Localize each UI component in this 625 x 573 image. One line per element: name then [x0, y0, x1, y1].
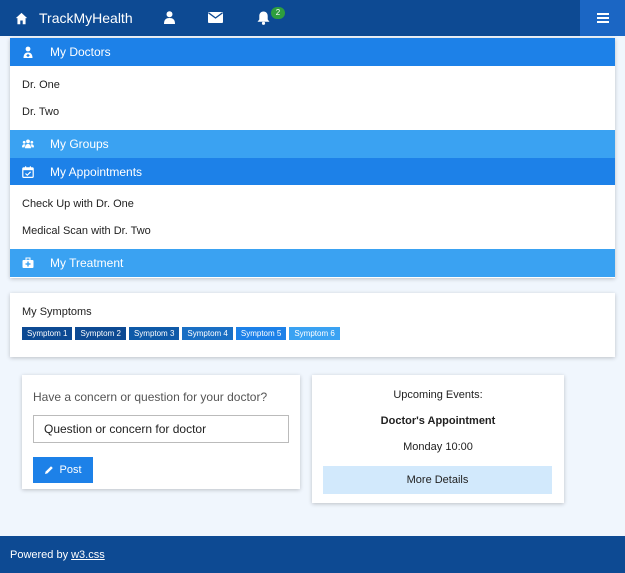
profile-nav[interactable]: [164, 11, 175, 24]
post-label: Post: [59, 464, 82, 476]
post-button[interactable]: Post: [33, 457, 93, 483]
event-time: Monday 10:00: [403, 441, 473, 453]
symptom-tag[interactable]: Symptom 3: [128, 327, 180, 340]
appointment-item[interactable]: Check Up with Dr. One: [10, 190, 615, 217]
brand-title: TrackMyHealth: [39, 10, 133, 26]
question-input[interactable]: [33, 415, 289, 443]
user-icon: [164, 11, 175, 24]
envelope-icon: [208, 12, 223, 23]
accordion-label: My Groups: [50, 137, 109, 151]
more-details-button[interactable]: More Details: [323, 466, 552, 494]
symptom-tag[interactable]: Symptom 6: [289, 327, 340, 340]
accordion-label: My Doctors: [50, 45, 111, 59]
question-prompt: Have a concern or question for your doct…: [33, 390, 268, 404]
appointment-item[interactable]: Medical Scan with Dr. Two: [10, 217, 615, 244]
event-name: Doctor's Appointment: [380, 415, 496, 427]
doctor-icon: [23, 46, 33, 58]
calendar-check-icon: [22, 165, 34, 178]
notification-badge: 2: [271, 7, 285, 19]
users-icon: [22, 139, 34, 149]
accordion-my-doctors[interactable]: My Doctors: [10, 38, 615, 66]
accordion-label: My Appointments: [50, 164, 143, 179]
footer: Powered by w3.css: [0, 536, 625, 573]
medkit-icon: [22, 257, 34, 268]
hamburger-icon: [596, 13, 609, 23]
symptoms-card: My Symptoms Symptom 1 Symptom 2 Symptom …: [10, 293, 615, 357]
notifications-nav[interactable]: [257, 11, 270, 25]
accordion-my-treatment[interactable]: My Treatment: [10, 249, 615, 277]
symptom-tag[interactable]: Symptom 2: [75, 327, 126, 340]
symptoms-title: My Symptoms: [22, 306, 92, 318]
bell-icon: [257, 11, 270, 25]
symptom-tag[interactable]: Symptom 4: [182, 327, 233, 340]
brand-link[interactable]: TrackMyHealth: [0, 0, 133, 36]
events-card: Upcoming Events: Doctor's Appointment Mo…: [312, 375, 564, 503]
accordion-card: My Doctors Dr. One Dr. Two My Groups My …: [10, 38, 615, 278]
menu-button[interactable]: [580, 0, 625, 36]
doctor-item[interactable]: Dr. One: [10, 71, 615, 98]
symptom-tags: Symptom 1 Symptom 2 Symptom 3 Symptom 4 …: [10, 327, 615, 340]
symptom-tag[interactable]: Symptom 5: [235, 327, 287, 340]
accordion-my-groups[interactable]: My Groups: [10, 130, 615, 158]
events-title: Upcoming Events:: [393, 389, 483, 401]
pencil-icon: [45, 466, 54, 474]
accordion-my-appointments[interactable]: My Appointments: [10, 158, 615, 185]
symptom-tag[interactable]: Symptom 1: [22, 327, 73, 340]
messages-nav[interactable]: [208, 12, 223, 23]
question-card: Have a concern or question for your doct…: [22, 375, 300, 489]
footer-text: Powered by: [10, 548, 69, 561]
accordion-label: My Treatment: [50, 256, 124, 270]
footer-link[interactable]: w3.css: [71, 549, 105, 561]
top-navbar: TrackMyHealth 2: [0, 0, 625, 36]
doctor-item[interactable]: Dr. Two: [10, 98, 615, 125]
home-icon: [15, 12, 28, 24]
